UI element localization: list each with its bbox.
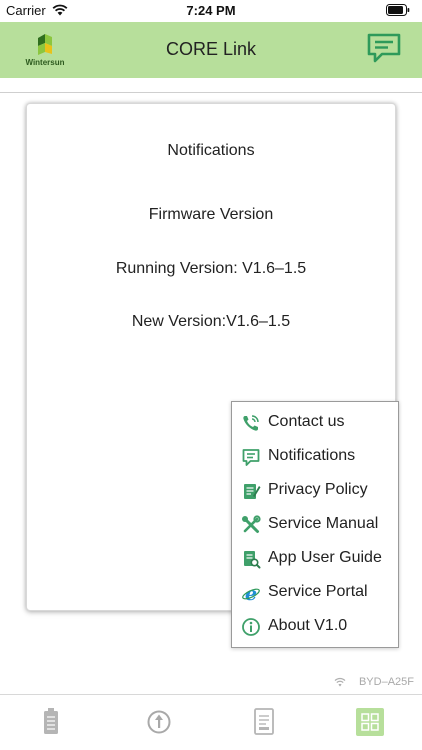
popup-menu: Contact us Notifications Privacy Policy …	[231, 401, 399, 648]
connected-device-label: BYD–A25F	[358, 676, 414, 688]
grid-tab-icon[interactable]	[356, 707, 384, 737]
menu-item-notifications[interactable]: Notifications	[232, 441, 400, 473]
message-icon[interactable]	[366, 32, 402, 64]
menu-item-label: Privacy Policy	[268, 481, 368, 498]
battery-icon	[386, 4, 410, 16]
menu-item-label: App User Guide	[268, 549, 382, 566]
menu-item-about[interactable]: About V1.0	[232, 611, 400, 643]
firmware-heading: Firmware Version	[148, 206, 274, 223]
menu-item-label: Service Manual	[268, 515, 379, 532]
status-time: 7:24 PM	[186, 3, 236, 18]
menu-item-contact-us[interactable]: Contact us	[232, 407, 400, 439]
phone-icon	[243, 415, 259, 431]
tab-bar	[0, 695, 422, 750]
header-divider	[0, 92, 422, 93]
device-wifi-icon	[334, 677, 346, 687]
battery-tab-icon[interactable]	[40, 707, 68, 737]
notification-icon	[242, 449, 260, 466]
page-title: CORE Link	[165, 39, 257, 59]
menu-item-label: Notifications	[268, 447, 356, 464]
browser-icon: e	[242, 583, 260, 603]
card-title: Notifications	[167, 142, 255, 159]
menu-item-service-manual[interactable]: Service Manual	[232, 509, 400, 541]
menu-item-app-user-guide[interactable]: App User Guide	[232, 543, 400, 575]
menu-item-label: Service Portal	[268, 583, 368, 600]
arrow-up-tab-icon[interactable]	[146, 707, 174, 737]
running-version: Running Version: V1.6–1.5	[115, 260, 307, 277]
menu-item-label: Contact us	[268, 413, 345, 430]
user-guide-icon	[244, 551, 261, 569]
new-version: New Version:V1.6–1.5	[131, 313, 291, 330]
info-icon	[242, 618, 260, 636]
menu-item-privacy-policy[interactable]: Privacy Policy	[232, 475, 400, 507]
menu-item-service-portal[interactable]: e Service Portal	[232, 577, 400, 609]
document-tab-icon[interactable]	[252, 707, 280, 737]
menu-item-label: About V1.0	[268, 617, 348, 634]
privacy-policy-icon	[244, 484, 261, 499]
app-header: Wintersun CORE Link	[0, 22, 422, 78]
tools-icon	[242, 515, 261, 533]
status-bar: Carrier 7:24 PM	[0, 0, 422, 22]
